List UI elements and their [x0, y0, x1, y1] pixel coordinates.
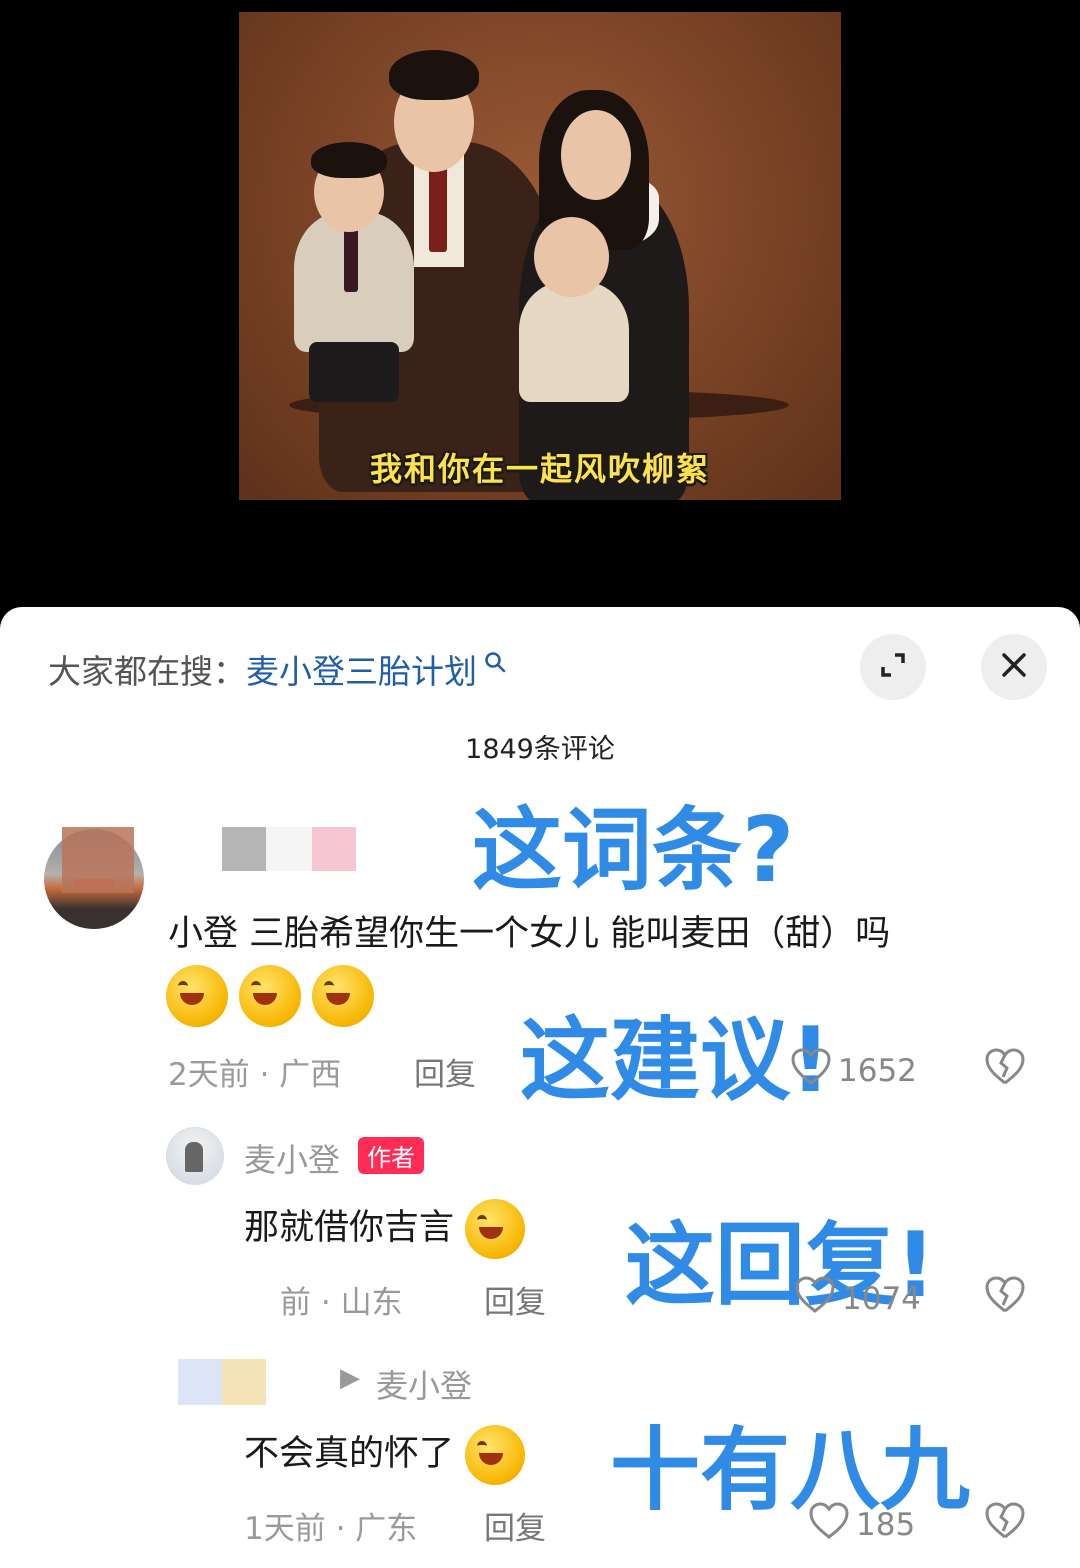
like-count: 1652 [838, 1053, 917, 1089]
search-icon [477, 652, 506, 679]
like-button[interactable]: 1074 [794, 1275, 921, 1323]
like-button[interactable]: 185 [808, 1501, 915, 1549]
reply-text: 那就借你吉言 [244, 1199, 531, 1259]
laughing-emoji [166, 965, 228, 1027]
overlay-caption-4: 十有八九 [610, 1418, 970, 1523]
reply-button[interactable]: 回复 [414, 1049, 476, 1094]
comment-meta: 2天前 · 广西 [168, 1057, 342, 1093]
pixelated-avatar-patch [62, 827, 134, 893]
reply-time: 前 [280, 1285, 311, 1321]
comment-location: 广西 [279, 1057, 342, 1093]
dislike-button[interactable] [984, 1275, 1026, 1319]
reply-text: 不会真的怀了 [244, 1425, 531, 1485]
reply-location: 山东 [340, 1285, 403, 1321]
broken-heart-icon [984, 1502, 1026, 1545]
comment-time: 2天前 [168, 1057, 250, 1093]
reply-location: 广东 [355, 1511, 418, 1547]
reply-button[interactable]: 回复 [484, 1277, 546, 1322]
like-count: 1074 [842, 1281, 921, 1317]
comment-text: 小登 三胎希望你生一个女儿 能叫麦田（甜）吗 [168, 914, 891, 954]
search-suggestion-keyword[interactable]: 麦小登三胎计划 [246, 652, 477, 691]
broken-heart-icon [984, 1276, 1026, 1319]
search-suggestion-prefix: 大家都在搜： [48, 652, 246, 691]
crying-laughing-emoji [465, 1199, 526, 1259]
author-badge: 作者 [358, 1137, 424, 1174]
expand-button[interactable] [860, 634, 926, 700]
video-player[interactable]: 我和你在一起风吹柳絮 [239, 12, 841, 500]
redacted-username-block [222, 827, 266, 871]
broken-heart-icon [984, 1048, 1026, 1091]
redacted-username-block [312, 827, 356, 871]
author-name[interactable]: 麦小登 [244, 1135, 340, 1181]
expand-icon [877, 649, 909, 685]
dislike-button[interactable] [984, 1047, 1026, 1091]
heart-icon [794, 1275, 836, 1323]
redacted-avatar-block [178, 1359, 222, 1405]
like-count: 185 [856, 1507, 916, 1543]
reply-text-content: 那就借你吉言 [244, 1208, 455, 1248]
comment-count: 1849条评论 [465, 734, 615, 765]
crying-laughing-emoji [465, 1425, 526, 1485]
reply-button[interactable]: 回复 [484, 1503, 546, 1548]
like-button[interactable]: 1652 [790, 1047, 917, 1095]
reply-meta: 前 · 山东 [280, 1285, 403, 1321]
overlay-caption-2: 这建议! [520, 1008, 832, 1113]
dislike-button[interactable] [984, 1501, 1026, 1545]
reply-to-name[interactable]: 麦小登 [376, 1361, 472, 1407]
reply-text-content: 不会真的怀了 [244, 1434, 455, 1474]
laughing-emoji [312, 965, 375, 1027]
close-icon [1000, 651, 1028, 683]
close-button[interactable] [981, 634, 1047, 700]
comment-emoji-row [166, 965, 380, 1027]
search-suggestion[interactable]: 大家都在搜：麦小登三胎计划 [48, 645, 506, 693]
overlay-caption-1: 这词条? [472, 798, 795, 903]
laughing-emoji [239, 965, 302, 1027]
reply-meta: 1天前 · 广东 [244, 1511, 418, 1547]
author-avatar[interactable] [166, 1127, 224, 1185]
video-subtitle: 我和你在一起风吹柳絮 [369, 450, 710, 488]
comment-sheet: 大家都在搜：麦小登三胎计划 1849条评论 这词条? 这建议! 这回复! 十有八… [0, 607, 1080, 1568]
reply-time: 1天前 [244, 1511, 326, 1547]
heart-icon [808, 1501, 850, 1549]
reply-to-arrow-icon: ▶ [340, 1363, 360, 1393]
redacted-username-block [266, 827, 312, 871]
heart-icon [790, 1047, 832, 1095]
redacted-avatar-block [222, 1359, 266, 1405]
